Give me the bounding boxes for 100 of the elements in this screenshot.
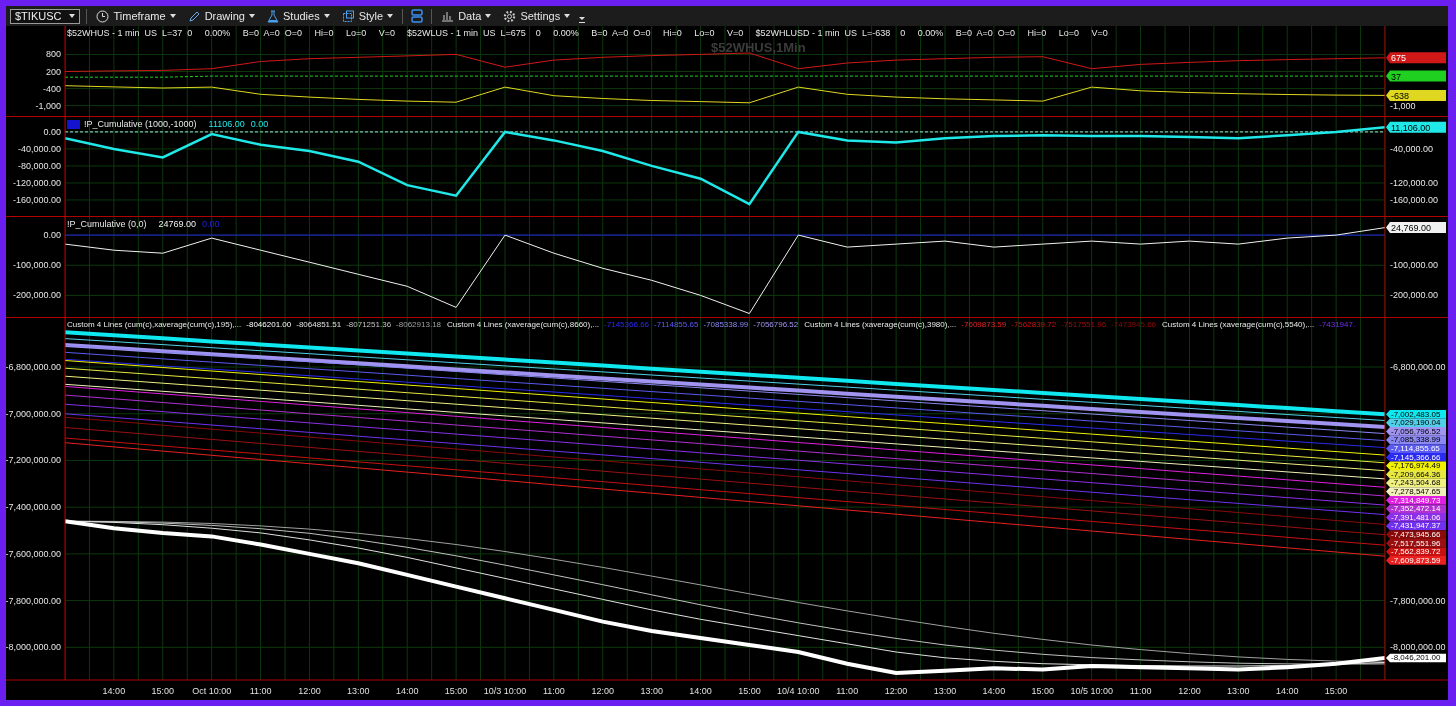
legend-value: -7056796.52 (753, 320, 799, 329)
time-label: 15:00 (1324, 686, 1348, 696)
price-label: -7,352,472.14 (1386, 504, 1446, 514)
price-label: -7,114,855.65 (1386, 443, 1446, 453)
time-label: 10/3 10:00 (483, 686, 527, 696)
time-label: 13:00 (640, 686, 663, 696)
price-label: -7,243,504.68 (1386, 478, 1446, 488)
time-label: 14:00 (102, 686, 126, 696)
price-label: -7,314,849.73 (1386, 495, 1446, 505)
axis-label: -160,000.00 (12, 195, 61, 205)
toolbar-menu[interactable]: Timeframe (93, 7, 179, 25)
symbol-quote: $52WHUS - 1 min US L=37 0 0.00% B=0 A=0 O=0 Hi=0 Lo=0 V=0 (67, 28, 396, 38)
legend-value: -7431947. (1319, 320, 1356, 329)
toolbar-menu[interactable]: Studies (264, 7, 333, 25)
time-label: 12:00 (591, 686, 615, 696)
time-label: 14:00 (1275, 686, 1299, 696)
time-label: Oct 10:00 (192, 686, 232, 696)
caret-icon (485, 14, 492, 18)
legend-value: -8046201.00 (246, 320, 292, 329)
caret-icon (69, 14, 76, 18)
axis-label: -1,000 (35, 100, 61, 111)
time-label: 14:00 (982, 686, 1006, 696)
stacked-panes-icon (411, 9, 424, 23)
legend-value: -7609873.59 (961, 320, 1007, 329)
axis-label: -7,600,000.00 (6, 548, 61, 559)
axis-label: -8,000,000.00 (1390, 642, 1446, 653)
study-legend: !P_Cumulative (0,0) (67, 219, 159, 229)
axis-label: -200,000.00 (12, 290, 61, 301)
legend-value: -7473945.66 (1111, 320, 1157, 329)
legend-value: 24769.00 (158, 219, 198, 229)
symbol-dropdown[interactable]: $TIKUSC (10, 8, 81, 24)
axis-label: -6,800,000.00 (1390, 362, 1446, 373)
toolbar-menu[interactable]: Settings (500, 7, 574, 25)
axis-label: 0.00 (43, 126, 61, 137)
caret-icon (169, 14, 176, 18)
price-label: 675 (1386, 52, 1446, 64)
clock-icon (96, 9, 110, 23)
legend-value: -7114855.65 (654, 320, 699, 329)
price-label: -7,085,338.99 (1386, 435, 1446, 445)
axis-label: -120,000.00 (12, 177, 61, 188)
price-label: -7,431,947.37 (1386, 521, 1446, 531)
axis-label: -80,000.00 (17, 160, 61, 171)
time-label: 13:00 (1227, 686, 1250, 696)
legend-value: -8071251.36 (346, 320, 392, 329)
axis-label: 200 (45, 66, 61, 77)
price-label: -638 (1386, 89, 1446, 101)
toolbar-menu[interactable]: Style (338, 7, 397, 25)
legend-value: -8062913.18 (396, 320, 442, 329)
chart-watermark: $52WHUS,1Min (711, 40, 806, 55)
time-label: 14:00 (395, 686, 419, 696)
price-label: -7,176,974.49 (1386, 461, 1446, 471)
time-label: 13:00 (347, 686, 370, 696)
axis-label: -120,000.00 (1390, 177, 1439, 188)
study-legend: Custom 4 Lines (xaverage(cum(c),3980),... (804, 320, 957, 329)
axis-label: -160,000.00 (1390, 195, 1439, 205)
price-label: -7,391,481.06 (1386, 512, 1446, 522)
time-label: 13:00 (933, 686, 957, 696)
study-legend: Custom 4 Lines (xaverage(cum(c),8660),... (447, 320, 600, 329)
axis-label: -7,800,000.00 (6, 595, 61, 606)
time-label: 14:00 (689, 686, 712, 696)
axis-label: -7,800,000.00 (1390, 595, 1446, 606)
toolbar-menu[interactable]: Data (438, 7, 495, 25)
legend-value: -7145366.66 (604, 320, 650, 329)
axis-label: -400 (43, 83, 61, 94)
time-label: 11:00 (836, 686, 859, 696)
axis-label: -40,000.00 (17, 143, 61, 154)
price-label: -7,278,547.65 (1386, 486, 1446, 496)
caret-icon (249, 14, 255, 18)
legend-value: 0.00 (202, 219, 221, 229)
study-legend: !P_Cumulative (1000,-1000) (84, 119, 209, 129)
price-label: -7,609,873.59 (1386, 555, 1446, 565)
price-label: 37 (1386, 70, 1446, 82)
axis-label: 0.00 (43, 230, 61, 241)
axis-label: 800 (45, 49, 61, 60)
axis-label: -7,400,000.00 (6, 502, 61, 513)
price-label: -7,056,796.52 (1386, 426, 1446, 436)
symbol-quote: $52WLUS - 1 min US L=675 0 0.00% B=0 A=0 O=0 Hi=0 Lo=0 V=0 (406, 28, 745, 38)
price-label: 11,106.00 (1386, 121, 1446, 133)
time-label: 15:00 (738, 686, 761, 696)
axis-label: -200,000.00 (1390, 290, 1439, 301)
price-label: -7,145,366.66 (1386, 452, 1446, 462)
price-label: -7,209,664.36 (1386, 469, 1446, 479)
study-legend: Custom 4 Lines (cum(c),xaverage(cum(c),195),... (67, 320, 242, 329)
gear-icon (503, 9, 517, 23)
axis-label: -100,000.00 (12, 260, 61, 271)
time-label: 11:00 (1129, 686, 1152, 696)
axis-label: -6,800,000.00 (6, 362, 61, 373)
legend-value: 0.00 (250, 119, 270, 129)
time-label: 15:00 (1031, 686, 1055, 696)
caret-icon (564, 14, 571, 18)
symbol-quote: $52WHLUSD - 1 min US L=-638 0 0.00% B=0 A=0 O=0 Hi=0 Lo=0 V=0 (755, 28, 1109, 38)
layout-button[interactable] (409, 7, 426, 25)
axis-label: -7,200,000.00 (6, 455, 61, 466)
toolbar-menu[interactable]: Drawing (184, 7, 258, 25)
price-label: -7,562,839.72 (1386, 547, 1446, 557)
time-label: 15:00 (151, 686, 175, 696)
caret-icon (323, 14, 330, 18)
flask-icon (267, 9, 279, 23)
time-label: 15:00 (444, 686, 468, 696)
caret-icon (579, 17, 586, 23)
